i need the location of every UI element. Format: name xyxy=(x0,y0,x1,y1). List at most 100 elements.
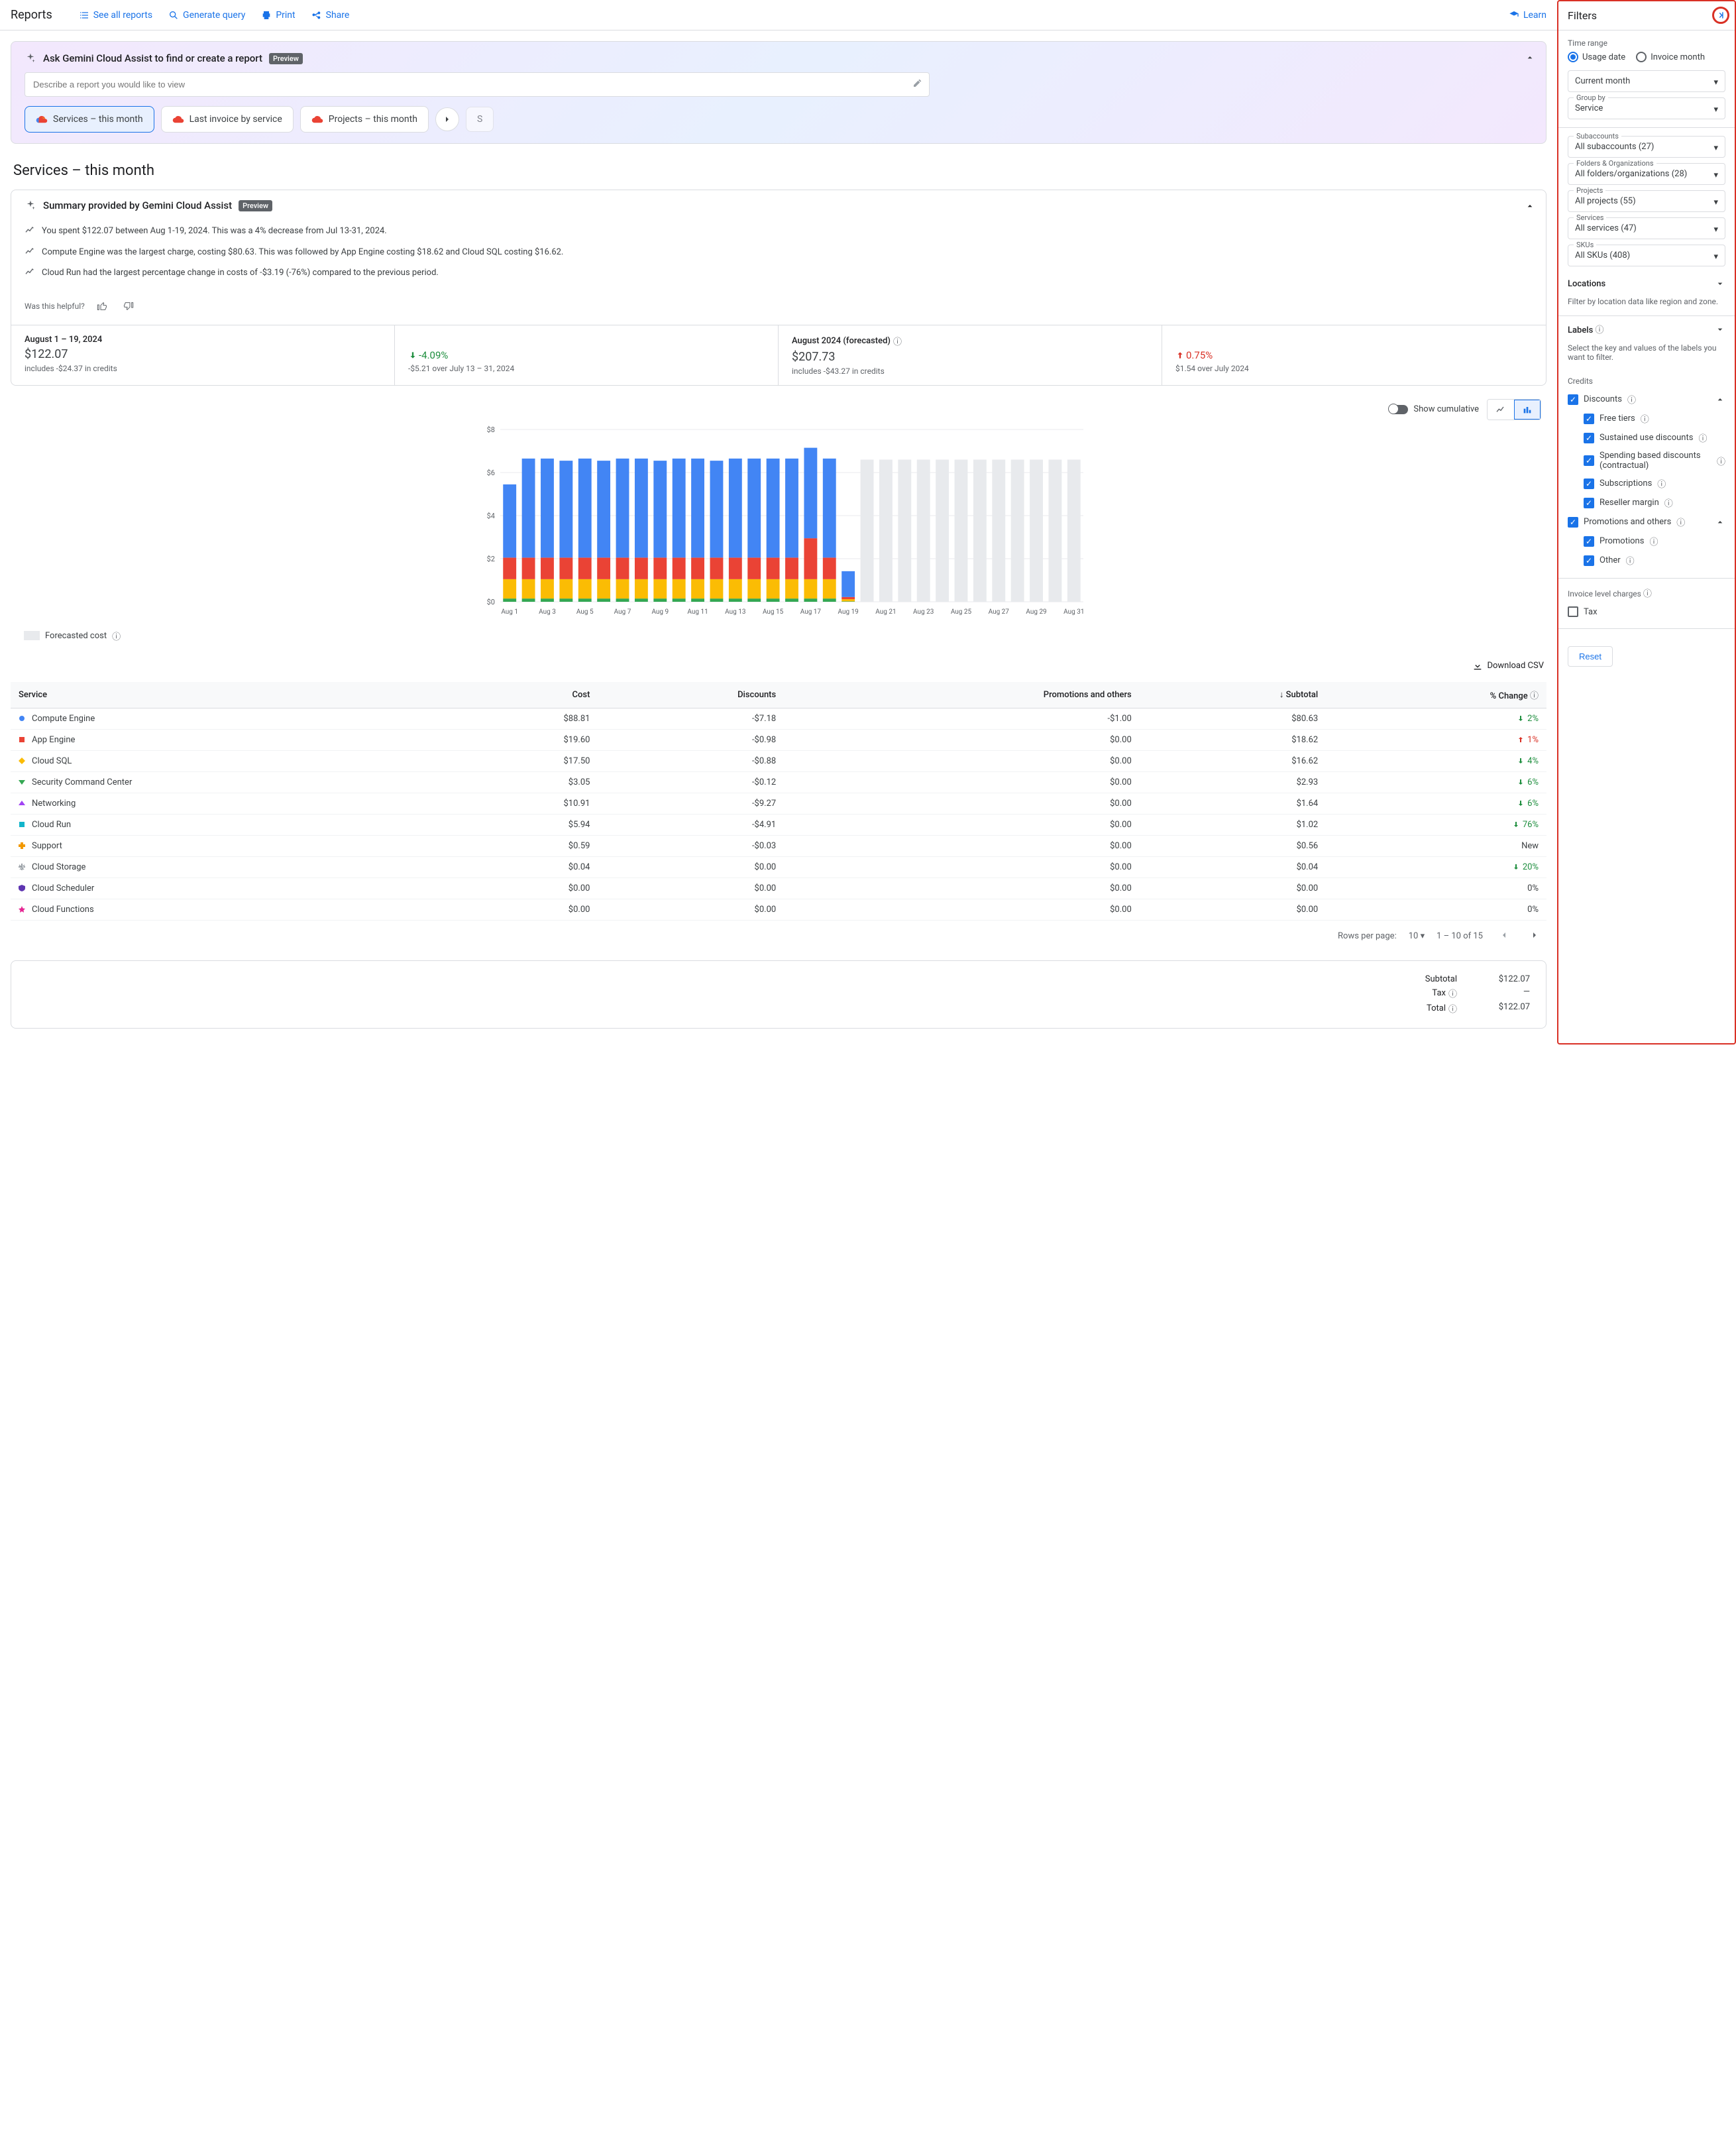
table-row[interactable]: Support$0.59-$0.03$0.00$0.56 New xyxy=(11,835,1546,856)
print-link[interactable]: Print xyxy=(261,10,295,21)
table-header[interactable]: ↓ Subtotal xyxy=(1140,682,1326,708)
reseller-checkbox[interactable]: Reseller margin ⓘ xyxy=(1584,493,1725,512)
help-icon[interactable]: ⓘ xyxy=(893,335,902,347)
table-row[interactable]: Cloud Run$5.94-$4.91$0.00$1.02 76% xyxy=(11,814,1546,835)
subtotal-cell: $18.62 xyxy=(1140,729,1326,750)
help-icon[interactable]: ⓘ xyxy=(1530,689,1539,701)
trend-icon xyxy=(25,266,35,277)
chip-projects-this-month[interactable]: Projects – this month xyxy=(300,106,429,133)
labels-expand[interactable]: Labels ⓘ xyxy=(1568,316,1725,342)
tax-checkbox[interactable]: Tax xyxy=(1568,603,1725,620)
table-header[interactable]: % Change ⓘ xyxy=(1326,682,1546,708)
table-header[interactable]: Cost xyxy=(453,682,598,708)
help-icon[interactable]: ⓘ xyxy=(1626,554,1635,567)
help-icon[interactable]: ⓘ xyxy=(1649,535,1658,547)
download-csv-link[interactable]: Download CSV xyxy=(1472,661,1544,671)
share-link[interactable]: Share xyxy=(311,10,350,21)
help-icon[interactable]: ⓘ xyxy=(1448,987,1457,999)
table-row[interactable]: Cloud Storage$0.04$0.00$0.00$0.04 20% xyxy=(11,856,1546,877)
usage-date-radio[interactable]: Usage date xyxy=(1568,52,1625,62)
help-icon[interactable]: ⓘ xyxy=(1664,496,1673,509)
stat-actual-change: -4.09% xyxy=(419,349,448,361)
chip-partial[interactable]: S xyxy=(466,107,494,132)
help-icon[interactable]: ⓘ xyxy=(1676,516,1685,528)
free-tiers-checkbox[interactable]: Free tiers ⓘ xyxy=(1584,409,1725,428)
subaccounts-select[interactable]: SubaccountsAll subaccounts (27)▾ xyxy=(1568,136,1725,158)
chip-services-this-month[interactable]: Services – this month xyxy=(25,106,154,133)
cost-cell: $0.00 xyxy=(453,877,598,899)
skus-select[interactable]: SKUsAll SKUs (408)▾ xyxy=(1568,245,1725,266)
projects-select[interactable]: ProjectsAll projects (55)▾ xyxy=(1568,190,1725,212)
gemini-prompt-input[interactable] xyxy=(25,72,930,97)
other-checkbox[interactable]: Other ⓘ xyxy=(1584,551,1725,570)
generate-query-link[interactable]: Generate query xyxy=(168,10,245,21)
service-name: Security Command Center xyxy=(32,777,132,787)
discounts-checkbox[interactable]: Discounts ⓘ xyxy=(1568,390,1725,409)
next-page-button[interactable] xyxy=(1525,927,1544,946)
help-icon[interactable]: ⓘ xyxy=(1641,412,1649,425)
svg-text:Aug 11: Aug 11 xyxy=(687,608,708,616)
rows-per-page-select[interactable]: 10 ▾ xyxy=(1409,931,1425,941)
stat-forecast-label: August 2024 (forecasted) xyxy=(792,336,891,346)
locations-expand[interactable]: Locations xyxy=(1568,272,1725,296)
help-icon[interactable]: ⓘ xyxy=(1448,1002,1457,1015)
prev-page-button[interactable] xyxy=(1495,927,1513,946)
report-title: Services – this month xyxy=(0,154,1557,182)
bar-chart-button[interactable] xyxy=(1514,400,1541,420)
subtotal-cell: $2.93 xyxy=(1140,771,1326,793)
promo-others-checkbox[interactable]: Promotions and others ⓘ xyxy=(1568,512,1725,532)
help-icon[interactable]: ⓘ xyxy=(1643,587,1652,599)
help-icon[interactable]: ⓘ xyxy=(1698,431,1707,444)
collapse-summary-button[interactable] xyxy=(1525,201,1535,214)
sustained-checkbox[interactable]: Sustained use discounts ⓘ xyxy=(1584,428,1725,447)
thumbs-up-button[interactable] xyxy=(93,297,111,315)
chips-next-button[interactable] xyxy=(435,107,459,131)
promo-cell: $0.00 xyxy=(784,877,1140,899)
svg-text:Aug 27: Aug 27 xyxy=(989,608,1010,616)
group-by-select[interactable]: Group byService▾ xyxy=(1568,97,1725,119)
promo-cell: $0.00 xyxy=(784,856,1140,877)
change-cell: 20% xyxy=(1334,862,1539,872)
service-name: Compute Engine xyxy=(32,714,95,724)
table-row[interactable]: App Engine$19.60-$0.98$0.00$18.62 1% xyxy=(11,729,1546,750)
sort-icon[interactable]: ↓ xyxy=(1279,690,1284,700)
help-icon[interactable]: ⓘ xyxy=(1657,477,1666,490)
collapse-filters-button[interactable] xyxy=(1712,7,1729,24)
discounts-cell: $0.00 xyxy=(598,856,784,877)
svg-text:Aug 3: Aug 3 xyxy=(539,608,556,616)
promotions-checkbox[interactable]: Promotions ⓘ xyxy=(1584,532,1725,551)
help-icon[interactable]: ⓘ xyxy=(1627,393,1636,406)
line-chart-button[interactable] xyxy=(1488,400,1514,420)
thumbs-down-button[interactable] xyxy=(119,297,138,315)
table-header[interactable]: Discounts xyxy=(598,682,784,708)
service-name: Cloud SQL xyxy=(32,756,72,766)
help-icon[interactable]: ⓘ xyxy=(1717,455,1725,467)
spending-checkbox[interactable]: Spending based discounts (contractual) ⓘ xyxy=(1584,447,1725,474)
reset-button[interactable]: Reset xyxy=(1568,646,1613,667)
table-header[interactable]: Promotions and others xyxy=(784,682,1140,708)
svg-text:Aug 25: Aug 25 xyxy=(951,608,972,616)
time-range-select[interactable]: Current month▾ xyxy=(1568,70,1725,92)
tax-label: Tax xyxy=(1432,988,1446,998)
folders-select[interactable]: Folders & OrganizationsAll folders/organ… xyxy=(1568,163,1725,185)
table-row[interactable]: Cloud SQL$17.50-$0.88$0.00$16.62 4% xyxy=(11,750,1546,771)
table-row[interactable]: Compute Engine$88.81-$7.18-$1.00$80.63 2… xyxy=(11,708,1546,729)
table-row[interactable]: Cloud Functions$0.00$0.00$0.00$0.00 0% xyxy=(11,899,1546,920)
table-row[interactable]: Networking$10.91-$9.27$0.00$1.64 6% xyxy=(11,793,1546,814)
collapse-gemini-button[interactable] xyxy=(1525,52,1535,66)
page-heading: Reports xyxy=(11,8,52,22)
learn-link[interactable]: Learn xyxy=(1509,10,1546,21)
table-header[interactable]: Service xyxy=(11,682,453,708)
see-all-reports-link[interactable]: See all reports xyxy=(79,10,152,21)
subtotal-value: $122.07 xyxy=(1484,974,1530,984)
help-icon[interactable]: ⓘ xyxy=(112,630,121,642)
services-select[interactable]: ServicesAll services (47)▾ xyxy=(1568,217,1725,239)
subscriptions-checkbox[interactable]: Subscriptions ⓘ xyxy=(1584,474,1725,493)
table-row[interactable]: Cloud Scheduler$0.00$0.00$0.00$0.00 0% xyxy=(11,877,1546,899)
table-row[interactable]: Security Command Center$3.05-$0.12$0.00$… xyxy=(11,771,1546,793)
help-icon[interactable]: ⓘ xyxy=(1596,323,1604,335)
discounts-cell: -$0.88 xyxy=(598,750,784,771)
cumulative-toggle[interactable]: Show cumulative xyxy=(1389,404,1479,414)
invoice-month-radio[interactable]: Invoice month xyxy=(1636,52,1705,62)
chip-last-invoice[interactable]: Last invoice by service xyxy=(161,106,294,133)
